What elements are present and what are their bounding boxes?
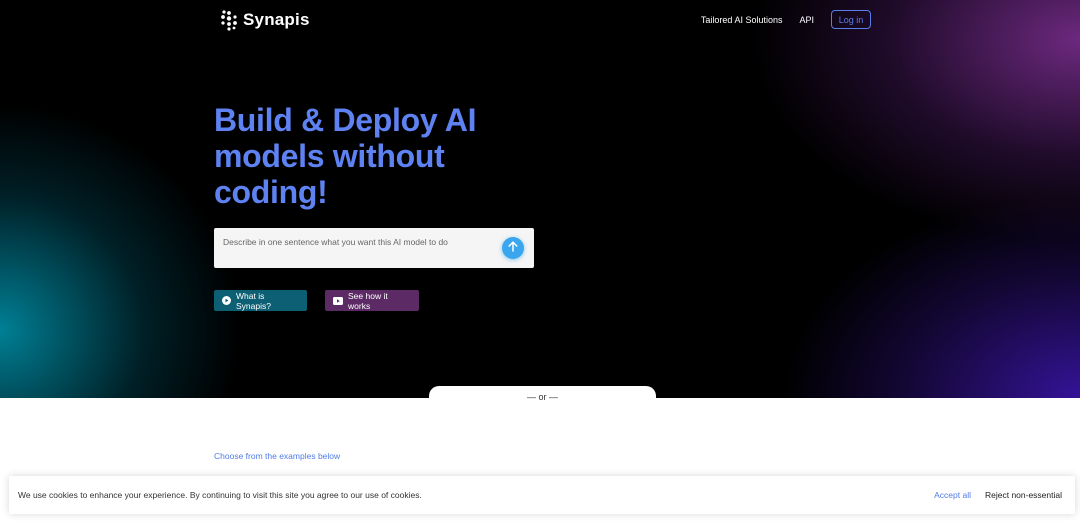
cookie-banner: We use cookies to enhance your experienc… xyxy=(9,476,1075,514)
nav-api[interactable]: API xyxy=(799,15,814,25)
play-circle-icon xyxy=(222,296,231,305)
logo-text: Synapis xyxy=(243,10,310,29)
cookie-message: We use cookies to enhance your experienc… xyxy=(18,490,422,500)
prompt-input[interactable] xyxy=(214,228,494,268)
what-is-synapis-button[interactable]: What is Synapis? xyxy=(214,290,307,311)
accept-cookies-button[interactable]: Accept all xyxy=(934,490,971,500)
see-how-it-works-label: See how it works xyxy=(348,290,388,311)
logo[interactable]: Synapis xyxy=(220,9,310,31)
video-play-icon xyxy=(333,296,343,305)
nav-tailored-ai-solutions[interactable]: Tailored AI Solutions xyxy=(701,15,783,25)
what-is-synapis-label: What is Synapis? xyxy=(236,290,271,311)
reject-cookies-button[interactable]: Reject non-essential xyxy=(985,490,1062,500)
prompt-box xyxy=(214,228,534,268)
page-title: Build & Deploy AI models without coding! xyxy=(214,102,477,210)
arrow-up-icon xyxy=(508,239,518,257)
send-button[interactable] xyxy=(502,237,524,259)
top-nav: Tailored AI Solutions API Log in xyxy=(701,10,871,29)
synapis-logo-icon xyxy=(220,9,238,31)
or-divider-label: — or — xyxy=(526,392,558,402)
see-how-it-works-button[interactable]: See how it works xyxy=(325,290,419,311)
or-divider: — or — xyxy=(429,386,656,410)
hero-section: Synapis Tailored AI Solutions API Log in… xyxy=(0,0,1080,398)
examples-link[interactable]: Choose from the examples below xyxy=(214,451,340,461)
login-button[interactable]: Log in xyxy=(831,10,871,29)
